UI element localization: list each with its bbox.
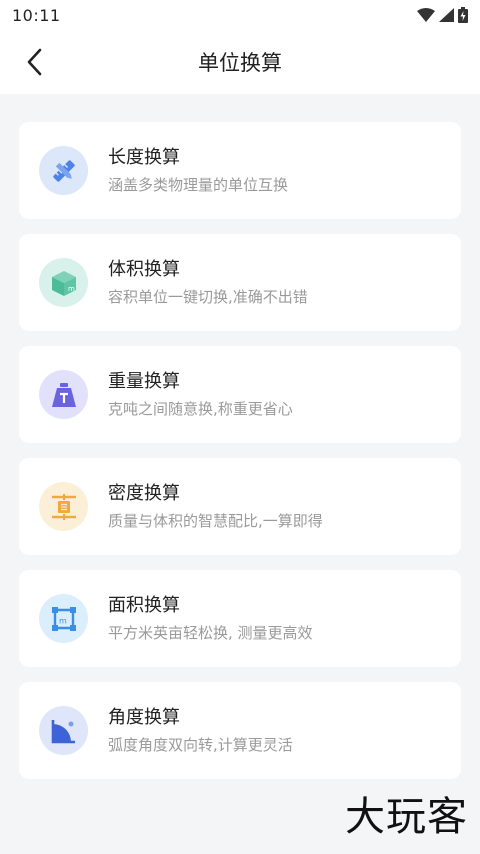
card-title: 长度换算 bbox=[108, 147, 180, 168]
watermark-logo: 大玩客 bbox=[345, 794, 468, 840]
svg-text:m: m bbox=[68, 285, 75, 293]
card-title: 角度换算 bbox=[108, 707, 180, 728]
card-description: 容积单位一键切换,准确不出错 bbox=[108, 288, 308, 306]
volume-card-text: 体积换算 容积单位一键切换,准确不出错 bbox=[108, 258, 308, 307]
area-icon-badge: m bbox=[39, 594, 88, 643]
card-title: 体积换算 bbox=[108, 259, 180, 280]
back-arrow-icon bbox=[27, 48, 42, 76]
page-title: 单位换算 bbox=[198, 51, 282, 75]
conversion-list: 长度换算 涵盖多类物理量的单位互换 m 体积换算 容积单位一键切换,准确不出错 bbox=[19, 122, 461, 779]
top-bar: 10:11 单位换算 bbox=[0, 0, 480, 94]
volume-icon-badge: m bbox=[39, 258, 88, 307]
angle-card-text: 角度换算 弧度角度双向转,计算更灵活 bbox=[108, 706, 293, 755]
card-description: 克吨之间随意换,称重更省心 bbox=[108, 400, 293, 418]
density-conversion-card[interactable]: 密度换算 质量与体积的智慧配比,一算即得 bbox=[19, 458, 461, 555]
weight-conversion-card[interactable]: 重量换算 克吨之间随意换,称重更省心 bbox=[19, 346, 461, 443]
volume-conversion-card[interactable]: m 体积换算 容积单位一键切换,准确不出错 bbox=[19, 234, 461, 331]
cube-icon: m bbox=[51, 270, 76, 296]
card-description: 平方米英亩轻松换, 测量更高效 bbox=[108, 624, 313, 642]
wifi-icon bbox=[417, 8, 435, 22]
length-conversion-card[interactable]: 长度换算 涵盖多类物理量的单位互换 bbox=[19, 122, 461, 219]
ruler-pencil-icon bbox=[52, 159, 75, 182]
header: 单位换算 bbox=[0, 30, 480, 94]
status-time: 10:11 bbox=[12, 5, 61, 25]
card-title: 密度换算 bbox=[108, 483, 180, 504]
card-title: 面积换算 bbox=[108, 595, 180, 616]
svg-text:m: m bbox=[59, 616, 67, 625]
card-description: 弧度角度双向转,计算更灵活 bbox=[108, 736, 293, 754]
weight-icon bbox=[51, 382, 76, 407]
area-square-icon: m bbox=[51, 606, 76, 631]
back-button[interactable] bbox=[18, 46, 50, 78]
signal-icon bbox=[439, 8, 454, 22]
unit-conversion-page: 10:11 单位换算 长度换算 涵盖多类物理量的单位互换 m 体积换算 容积单位… bbox=[0, 0, 480, 854]
angle-icon bbox=[51, 719, 75, 743]
status-icons bbox=[417, 7, 468, 23]
angle-icon-badge bbox=[39, 706, 88, 755]
weight-icon-badge bbox=[39, 370, 88, 419]
density-icon-badge bbox=[39, 482, 88, 531]
card-title: 重量换算 bbox=[108, 371, 180, 392]
battery-icon bbox=[458, 7, 468, 23]
area-conversion-card[interactable]: m 面积换算 平方米英亩轻松换, 测量更高效 bbox=[19, 570, 461, 667]
card-description: 涵盖多类物理量的单位互换 bbox=[108, 176, 289, 194]
density-icon bbox=[51, 493, 76, 520]
card-description: 质量与体积的智慧配比,一算即得 bbox=[108, 512, 323, 530]
length-icon-badge bbox=[39, 146, 88, 195]
length-card-text: 长度换算 涵盖多类物理量的单位互换 bbox=[108, 146, 288, 195]
area-card-text: 面积换算 平方米英亩轻松换, 测量更高效 bbox=[108, 594, 313, 643]
angle-conversion-card[interactable]: 角度换算 弧度角度双向转,计算更灵活 bbox=[19, 682, 461, 779]
density-card-text: 密度换算 质量与体积的智慧配比,一算即得 bbox=[108, 482, 323, 531]
status-bar: 10:11 bbox=[0, 0, 480, 30]
weight-card-text: 重量换算 克吨之间随意换,称重更省心 bbox=[108, 370, 293, 419]
